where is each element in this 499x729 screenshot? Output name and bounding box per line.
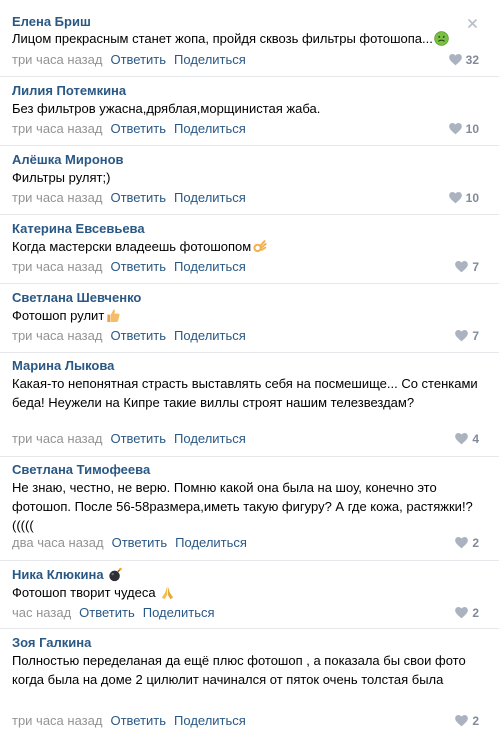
comment-text: Без фильтров ужасна,дряблая,морщинистая … (12, 101, 321, 116)
comment-meta: три часа назад Ответить Поделиться (12, 431, 246, 447)
share-button[interactable]: Поделиться (174, 328, 246, 343)
like-button[interactable]: 2 (455, 535, 479, 551)
comment-item: Светлана Шевченко Фотошоп рулит три часа… (0, 284, 499, 352)
comment-item: Ника Клюкина Фотошоп творит чудеса час н… (0, 561, 499, 629)
comment-text: Когда мастерски владеешь фотошопом (12, 237, 482, 259)
comment-time[interactable]: час назад (12, 605, 71, 620)
reply-button[interactable]: Ответить (79, 605, 135, 620)
comment-meta: два часа назад Ответить Поделиться (12, 535, 247, 551)
like-button[interactable]: 2 (455, 605, 479, 621)
comment-author[interactable]: Светлана Шевченко (12, 290, 141, 306)
comment-time[interactable]: два часа назад (12, 535, 104, 550)
ok-hand-icon (252, 239, 267, 259)
comments-feed: Елена Бриш Лицом прекрасным станет жопа,… (0, 0, 499, 728)
comment-text-body: Лицом прекрасным станет жопа, пройдя скв… (12, 31, 433, 46)
like-button[interactable]: 4 (455, 431, 479, 447)
like-button[interactable]: 32 (448, 52, 479, 68)
comment-text: Какая-то непонятная страсть выставлять с… (12, 376, 478, 410)
share-button[interactable]: Поделиться (174, 121, 246, 136)
like-button[interactable]: 7 (455, 328, 479, 344)
folded-hands-icon (160, 585, 175, 605)
heart-icon (455, 433, 469, 445)
comment-item: Зоя Галкина Полностью переделаная да ещё… (0, 629, 499, 728)
comment-author[interactable]: Алёшка Миронов (12, 152, 124, 168)
heart-icon (455, 330, 469, 342)
like-button[interactable]: 10 (448, 190, 479, 206)
comment-time[interactable]: три часа назад (12, 431, 102, 446)
comment-author[interactable]: Елена Бриш (12, 14, 91, 30)
comment-meta: три часа назад Ответить Поделиться (12, 259, 246, 275)
like-count: 2 (472, 536, 479, 550)
like-count: 4 (472, 432, 479, 446)
comment-text: Фотошоп рулит (12, 306, 482, 328)
heart-icon (455, 537, 469, 549)
heart-icon (448, 192, 462, 204)
comment-text: Фильтры рулят;) (12, 170, 111, 185)
comment-meta: три часа назад Ответить Поделиться (12, 190, 246, 206)
like-count: 7 (472, 260, 479, 274)
heart-icon (455, 715, 469, 727)
comment-item: Лилия Потемкина Без фильтров ужасна,дряб… (0, 77, 499, 145)
reply-button[interactable]: Ответить (110, 121, 166, 136)
comment-text: Фотошоп творит чудеса (12, 583, 482, 605)
comment-item: Марина Лыкова Какая-то непонятная страст… (0, 353, 499, 455)
comment-author-name: Ника Клюкина (12, 567, 104, 582)
heart-icon (455, 607, 469, 619)
comment-meta: три часа назад Ответить Поделиться (12, 328, 246, 344)
reply-button[interactable]: Ответить (110, 431, 166, 446)
like-count: 32 (465, 53, 479, 67)
like-button[interactable]: 7 (455, 259, 479, 275)
comment-time[interactable]: три часа назад (12, 190, 102, 205)
comment-author[interactable]: Лилия Потемкина (12, 83, 126, 99)
reply-button[interactable]: Ответить (110, 259, 166, 274)
like-count: 10 (465, 191, 479, 205)
heart-icon (448, 123, 462, 135)
like-count: 2 (472, 714, 479, 728)
comment-author[interactable]: Светлана Тимофеева (12, 462, 150, 478)
like-count: 7 (472, 329, 479, 343)
reply-button[interactable]: Ответить (112, 535, 168, 550)
comment-meta: три часа назад Ответить Поделиться (12, 52, 246, 68)
nauseated-face-icon (434, 31, 449, 51)
comment-text: Полностью переделаная да ещё плюс фотошо… (12, 653, 466, 687)
comment-item: Светлана Тимофеева Не знаю, честно, не в… (0, 457, 499, 559)
comment-time[interactable]: три часа назад (12, 259, 102, 274)
share-button[interactable]: Поделиться (174, 259, 246, 274)
share-button[interactable]: Поделиться (143, 605, 215, 620)
comment-text-body: Фотошоп рулит (12, 308, 105, 323)
comment-item: Елена Бриш Лицом прекрасным станет жопа,… (0, 0, 499, 70)
reply-button[interactable]: Ответить (110, 190, 166, 205)
comment-meta: час назад Ответить Поделиться (12, 605, 215, 621)
comment-time[interactable]: три часа назад (12, 328, 102, 343)
reply-button[interactable]: Ответить (110, 52, 166, 67)
comment-time[interactable]: три часа назад (12, 121, 102, 136)
comment-text: Не знаю, честно, не верю. Помню какой он… (12, 480, 473, 533)
like-count: 2 (472, 606, 479, 620)
comment-text: Лицом прекрасным станет жопа, пройдя скв… (12, 29, 482, 51)
comment-author[interactable]: Катерина Евсевьева (12, 221, 145, 237)
reply-button[interactable]: Ответить (110, 328, 166, 343)
comment-text-body: Фотошоп творит чудеса (12, 585, 156, 600)
comment-meta: три часа назад Ответить Поделиться (12, 121, 246, 137)
like-button[interactable]: 10 (448, 121, 479, 137)
comment-time[interactable]: три часа назад (12, 52, 102, 67)
like-button[interactable]: 2 (455, 713, 479, 729)
comment-item: Алёшка Миронов Фильтры рулят;) три часа … (0, 146, 499, 214)
comment-meta: три часа назад Ответить Поделиться (12, 713, 246, 729)
share-button[interactable]: Поделиться (174, 52, 246, 67)
like-count: 10 (465, 122, 479, 136)
comment-item: Катерина Евсевьева Когда мастерски владе… (0, 215, 499, 283)
comment-author[interactable]: Зоя Галкина (12, 635, 91, 651)
comment-text-body: Когда мастерски владеешь фотошопом (12, 239, 252, 254)
share-button[interactable]: Поделиться (175, 535, 247, 550)
share-button[interactable]: Поделиться (174, 190, 246, 205)
share-button[interactable]: Поделиться (174, 431, 246, 446)
heart-icon (455, 261, 469, 273)
thumbs-up-icon (105, 308, 121, 328)
heart-icon (448, 54, 462, 66)
comment-author[interactable]: Марина Лыкова (12, 358, 114, 374)
